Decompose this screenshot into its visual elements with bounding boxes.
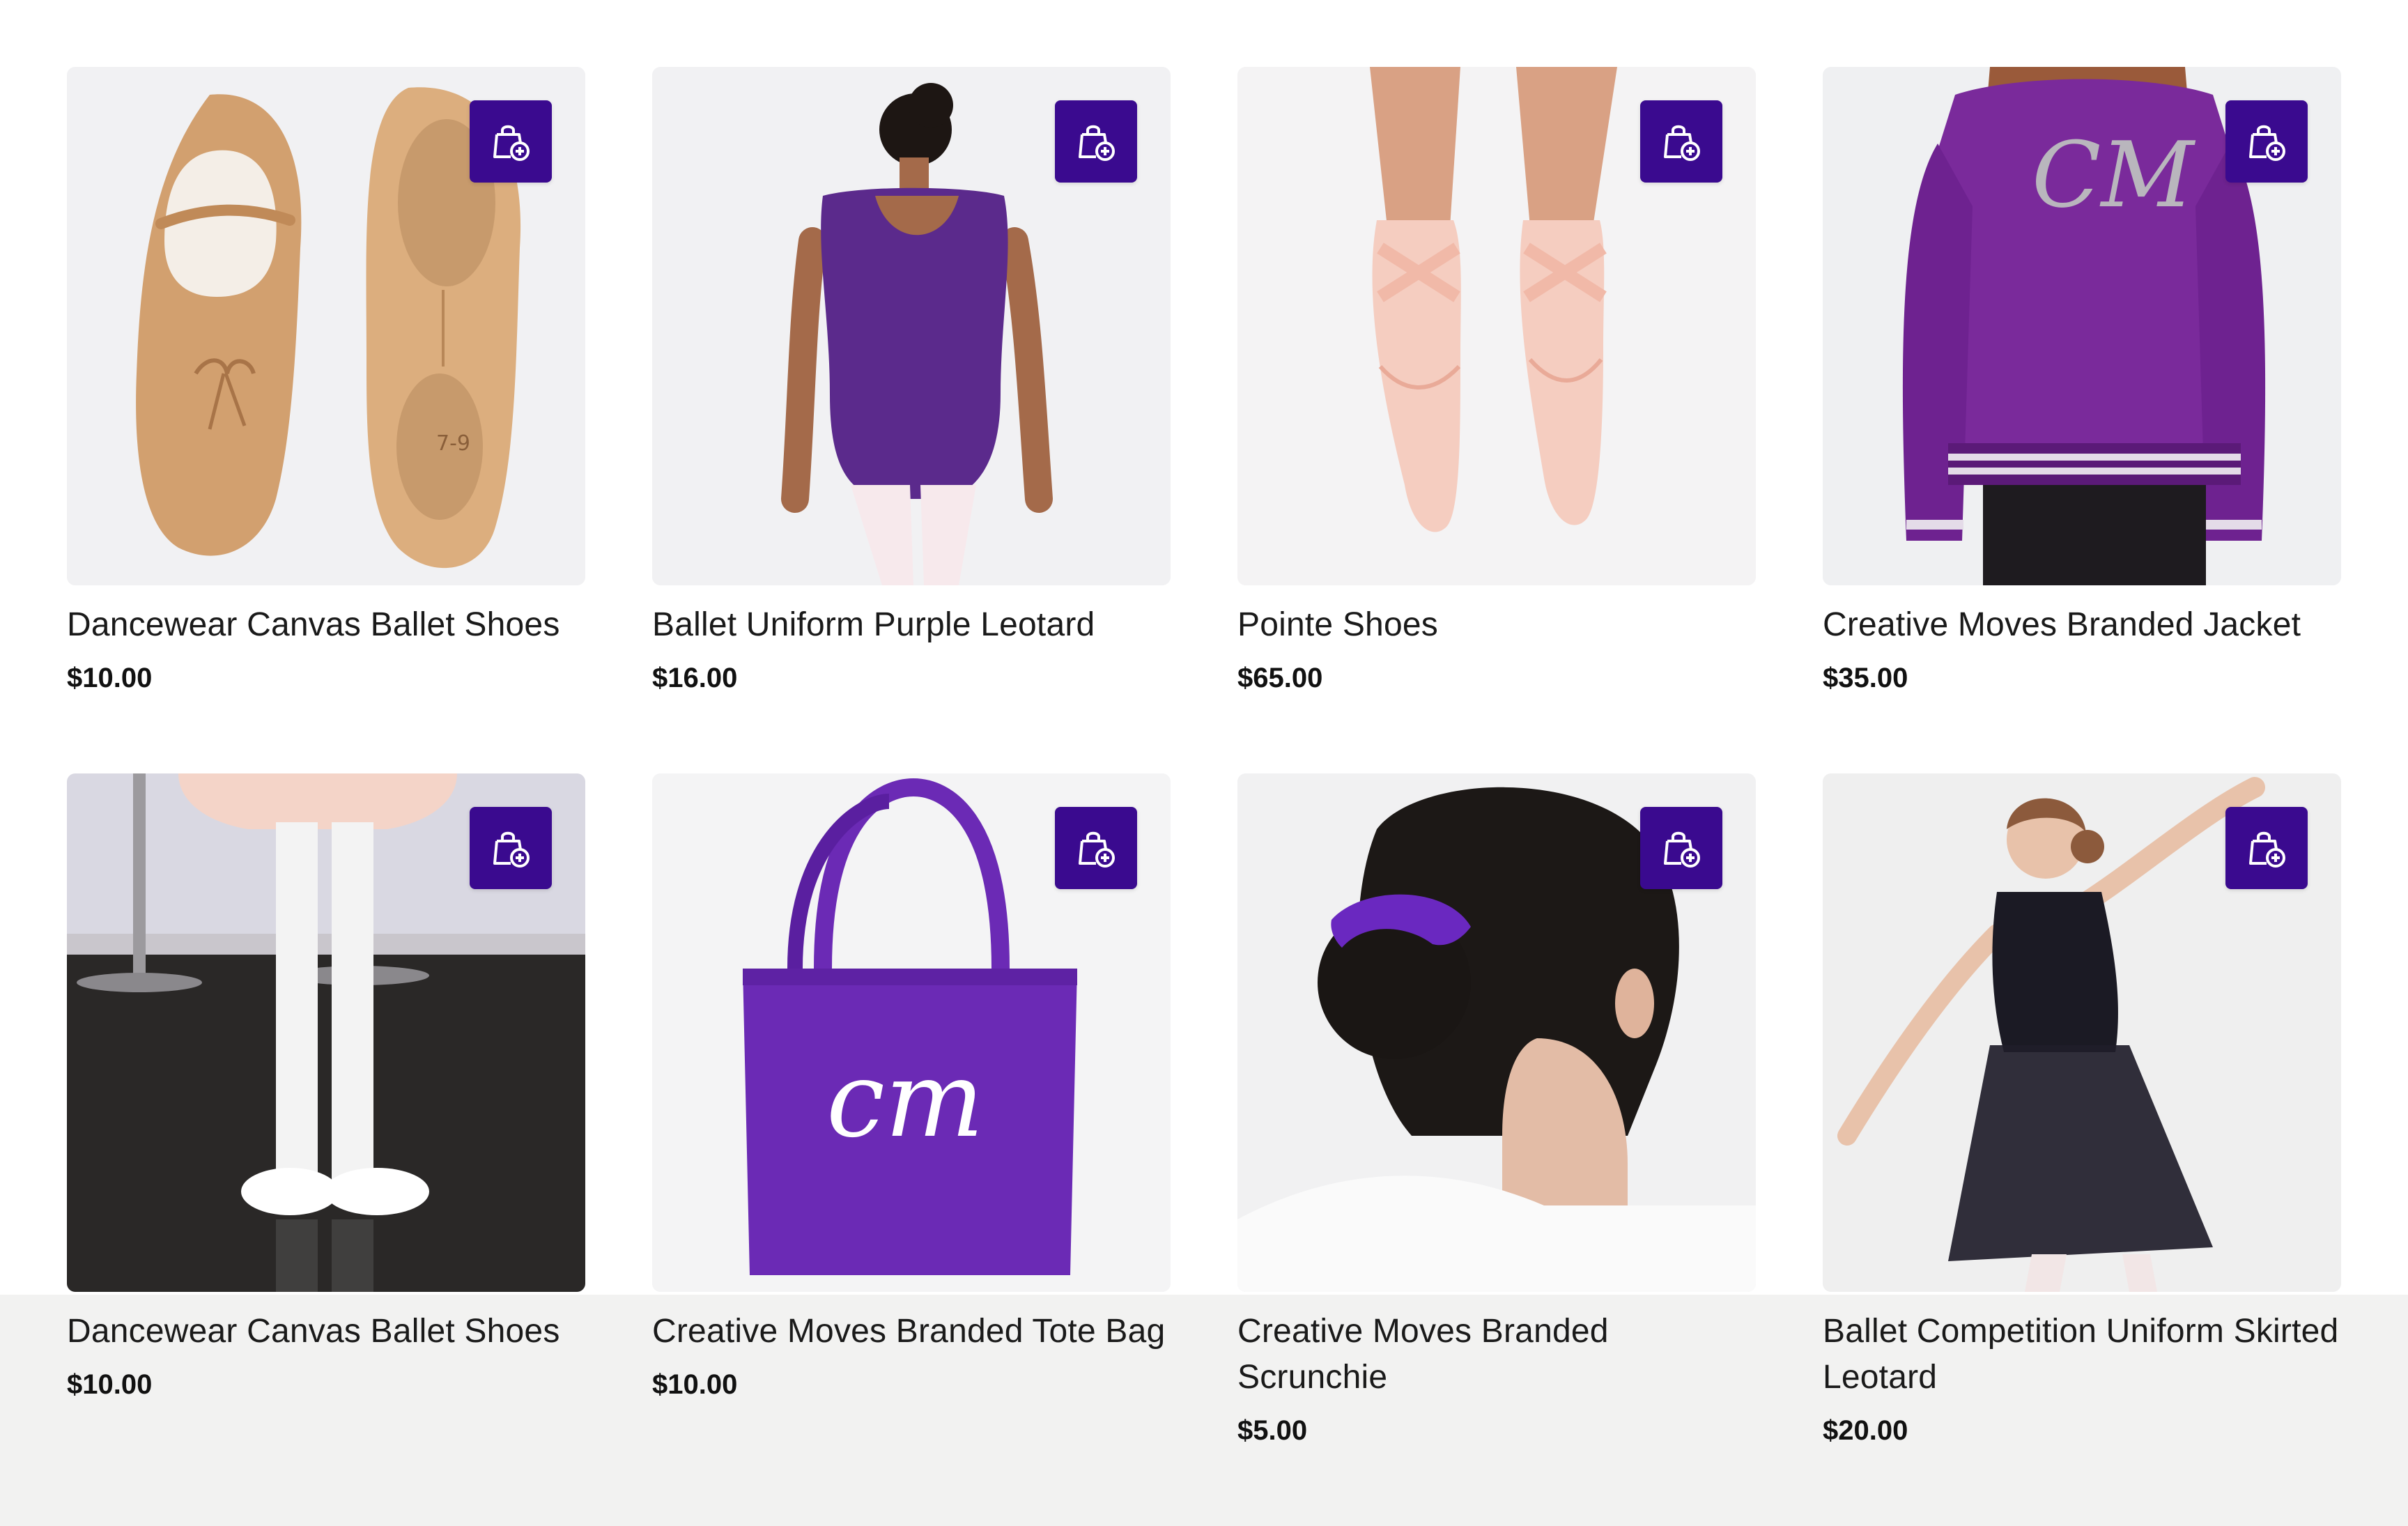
product-price: $10.00 xyxy=(67,1369,153,1400)
product-price: $5.00 xyxy=(1237,1415,1308,1446)
add-to-bag-button[interactable] xyxy=(1055,807,1137,889)
shopping-bag-plus-icon xyxy=(1079,831,1115,868)
product-image[interactable]: cm xyxy=(652,773,1171,1292)
tote-logo: cm xyxy=(826,1040,984,1161)
product-price: $35.00 xyxy=(1823,663,1908,693)
product-name[interactable]: Ballet Competition Uniform Skirted Leota… xyxy=(1823,1309,2341,1401)
product-card[interactable]: CM Creative Moves Branded Jacket $35.00 xyxy=(1823,67,2341,707)
shopping-bag-plus-icon xyxy=(1664,125,1700,161)
product-image[interactable] xyxy=(1823,773,2341,1292)
product-price: $65.00 xyxy=(1237,663,1323,693)
jacket-logo: CM xyxy=(2032,122,2195,228)
product-image[interactable] xyxy=(1237,67,1756,585)
shopping-bag-plus-icon xyxy=(1664,831,1700,868)
shopping-bag-plus-icon xyxy=(2249,125,2285,161)
product-name[interactable]: Dancewear Canvas Ballet Shoes xyxy=(67,602,585,648)
product-name[interactable]: Dancewear Canvas Ballet Shoes xyxy=(67,1309,585,1355)
add-to-bag-button[interactable] xyxy=(2225,807,2308,889)
product-image[interactable] xyxy=(67,773,585,1292)
product-price: $10.00 xyxy=(67,663,153,693)
product-name[interactable]: Pointe Shoes xyxy=(1237,602,1756,648)
product-price: $20.00 xyxy=(1823,1415,1908,1446)
product-price: $10.00 xyxy=(652,1369,738,1400)
product-card[interactable]: Pointe Shoes $65.00 xyxy=(1237,67,1756,707)
product-grid: 7-9 Dancewear Canvas Ballet Shoes $10.00 xyxy=(67,67,2341,1446)
product-name[interactable]: Creative Moves Branded Scrunchie xyxy=(1237,1309,1756,1401)
product-image[interactable]: 7-9 xyxy=(67,67,585,585)
product-card[interactable]: cm Creative Moves Branded Tote Bag $10.0… xyxy=(652,773,1171,1413)
product-image[interactable]: CM xyxy=(1823,67,2341,585)
product-name[interactable]: Ballet Uniform Purple Leotard xyxy=(652,602,1171,648)
product-name[interactable]: Creative Moves Branded Jacket xyxy=(1823,602,2341,648)
product-card[interactable]: Ballet Uniform Purple Leotard $16.00 xyxy=(652,67,1171,707)
product-card[interactable]: 7-9 Dancewear Canvas Ballet Shoes $10.00 xyxy=(67,67,585,707)
add-to-bag-button[interactable] xyxy=(470,807,552,889)
add-to-bag-button[interactable] xyxy=(1640,807,1722,889)
add-to-bag-button[interactable] xyxy=(470,100,552,183)
product-image[interactable] xyxy=(1237,773,1756,1292)
shoe-size-label: 7-9 xyxy=(436,431,470,456)
shopping-bag-plus-icon xyxy=(493,831,530,868)
product-price: $16.00 xyxy=(652,663,738,693)
add-to-bag-button[interactable] xyxy=(1640,100,1722,183)
shopping-bag-plus-icon xyxy=(1079,125,1115,161)
add-to-bag-button[interactable] xyxy=(1055,100,1137,183)
product-image[interactable] xyxy=(652,67,1171,585)
product-card[interactable]: Creative Moves Branded Scrunchie $5.00 xyxy=(1237,773,1756,1446)
product-card[interactable]: Ballet Competition Uniform Skirted Leota… xyxy=(1823,773,2341,1446)
product-card[interactable]: Dancewear Canvas Ballet Shoes $10.00 xyxy=(67,773,585,1413)
product-name[interactable]: Creative Moves Branded Tote Bag xyxy=(652,1309,1171,1355)
shopping-bag-plus-icon xyxy=(493,125,530,161)
shopping-bag-plus-icon xyxy=(2249,831,2285,868)
add-to-bag-button[interactable] xyxy=(2225,100,2308,183)
